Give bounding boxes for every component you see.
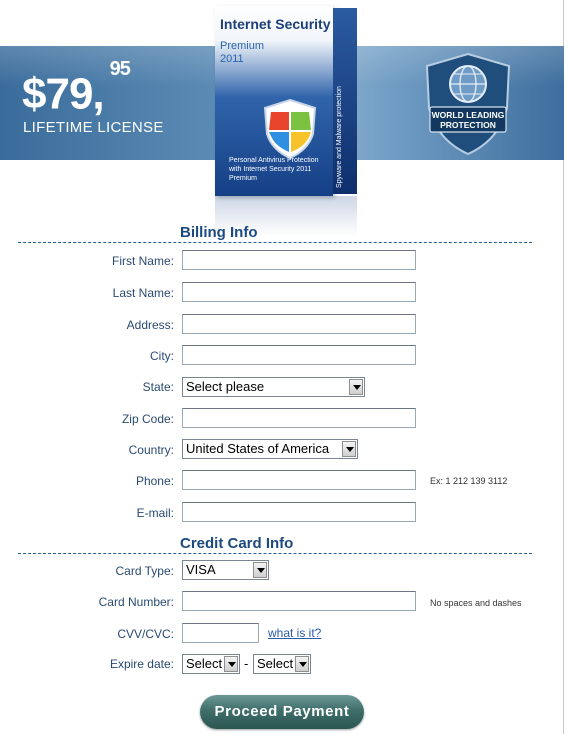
price-cents: 95	[109, 58, 131, 80]
state-select-value: Select please	[186, 379, 265, 394]
country-select-value: United States of America	[186, 441, 330, 456]
expire-year-select[interactable]: Select	[253, 654, 311, 674]
cvv-field[interactable]	[182, 623, 259, 643]
product-box-side-text: Spyware and Malware protection	[336, 86, 343, 188]
state-label: State:	[142, 380, 174, 394]
license-label: LIFETIME LICENSE	[23, 119, 164, 136]
card-number-hint: No spaces and dashes	[430, 598, 522, 608]
shield-icon	[263, 98, 317, 160]
chevron-down-icon[interactable]	[295, 656, 309, 672]
product-box-title: Internet Security	[220, 16, 331, 32]
price-main: $79,	[22, 69, 105, 119]
first-name-label: First Name:	[111, 254, 174, 268]
zip-code-field[interactable]	[182, 408, 416, 428]
chevron-down-icon[interactable]	[342, 441, 356, 457]
product-box-side: Spyware and Malware protection	[333, 8, 357, 194]
billing-info-title: Billing Info	[180, 224, 258, 241]
card-type-select[interactable]: VISA	[182, 560, 269, 580]
last-name-label: Last Name:	[112, 286, 174, 300]
phone-field[interactable]	[182, 470, 416, 490]
chevron-down-icon[interactable]	[253, 562, 267, 578]
email-field[interactable]	[182, 502, 416, 522]
card-number-label: Card Number:	[98, 595, 174, 609]
address-label: Address:	[126, 318, 174, 332]
product-box-subtitle-line1: Premium	[220, 40, 265, 52]
product-box-image: Internet Security Premium 2011 Personal …	[215, 6, 357, 196]
chevron-down-icon[interactable]	[224, 656, 238, 672]
globe-shield-icon: WORLD LEADING PROTECTION	[425, 52, 511, 156]
expire-separator: -	[244, 656, 249, 671]
card-type-label: Card Type:	[115, 564, 174, 578]
what-is-it-link[interactable]: what is it?	[268, 626, 321, 640]
proceed-payment-button[interactable]: Proceed Payment	[200, 695, 364, 729]
card-number-field[interactable]	[182, 591, 416, 611]
cvv-label: CVV/CVC:	[117, 627, 174, 641]
product-box-front: Internet Security Premium 2011 Personal …	[215, 6, 333, 196]
credit-card-info-title: Credit Card Info	[180, 535, 294, 552]
city-field[interactable]	[182, 345, 416, 365]
card-type-select-value: VISA	[186, 562, 216, 577]
country-select[interactable]: United States of America	[182, 439, 358, 459]
email-label: E-mail:	[136, 506, 174, 520]
expire-date-label: Expire date:	[109, 657, 174, 671]
city-label: City:	[150, 349, 174, 363]
product-box-subtitle: Premium 2011	[220, 40, 264, 66]
product-box-front-text: Personal Antivirus Protection with Inter…	[229, 157, 319, 182]
expire-month-select[interactable]: Select	[182, 654, 240, 674]
address-field[interactable]	[182, 314, 416, 334]
badge-line1: WORLD LEADING	[432, 110, 505, 120]
last-name-field[interactable]	[182, 282, 416, 302]
chevron-down-icon[interactable]	[349, 379, 363, 395]
country-label: Country:	[128, 443, 174, 457]
billing-divider	[18, 242, 532, 243]
zip-code-label: Zip Code:	[121, 412, 174, 426]
phone-hint: Ex: 1 212 139 3112	[430, 476, 508, 486]
credit-card-divider	[18, 553, 532, 554]
expire-month-value: Select	[186, 656, 223, 671]
price-display: $79,95	[22, 58, 131, 120]
protection-badge: WORLD LEADING PROTECTION	[423, 52, 513, 156]
phone-label: Phone:	[135, 474, 174, 488]
expire-year-value: Select	[257, 656, 294, 671]
product-box-subtitle-line2: 2011	[220, 53, 244, 65]
first-name-field[interactable]	[182, 250, 416, 270]
state-select[interactable]: Select please	[182, 377, 365, 397]
badge-line2: PROTECTION	[440, 120, 496, 130]
